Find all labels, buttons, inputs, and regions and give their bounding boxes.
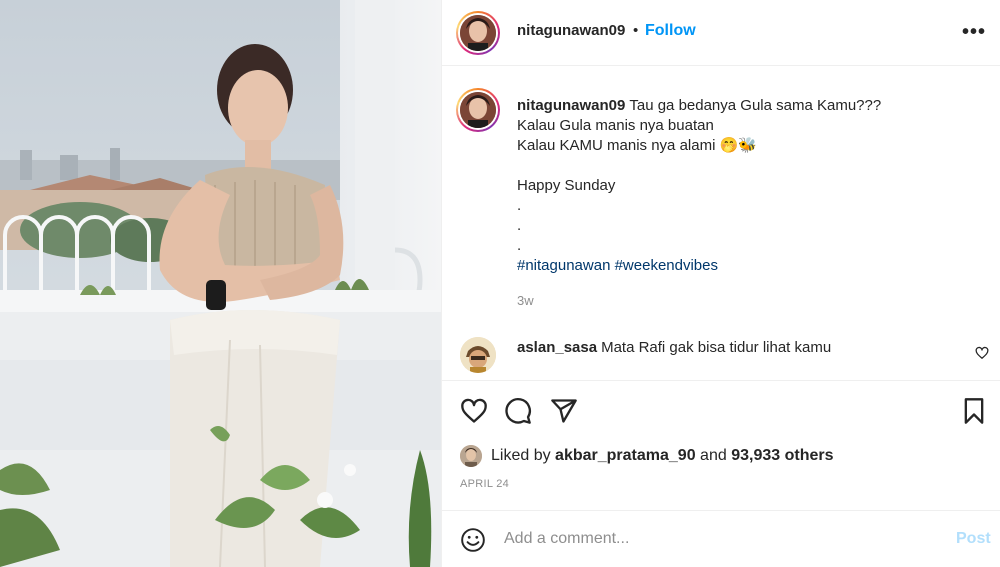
caption-line: Kalau Gula manis nya buatan — [517, 117, 714, 134]
post-date[interactable]: APRIL 24 — [460, 478, 509, 490]
post-comment-button[interactable]: Post — [956, 530, 991, 548]
add-comment-bar: Post — [442, 510, 1000, 567]
caption-first-line: nitagunawan09 Tau ga bedanya Gula sama Ka… — [517, 96, 957, 116]
emoji-smiley-icon[interactable] — [460, 527, 486, 553]
post-header: nitagunawan09 • Follow ••• — [442, 0, 1000, 66]
post-photo[interactable] — [0, 0, 441, 567]
liker-avatar[interactable] — [460, 445, 482, 467]
comment-username[interactable]: aslan_sasa — [517, 339, 597, 356]
likes-prefix: Liked by — [491, 447, 551, 464]
likes-middle: and — [700, 447, 727, 464]
comment-bubble-icon[interactable] — [504, 397, 532, 425]
post-details-panel: nitagunawan09 • Follow ••• nitagunawan09… — [441, 0, 1000, 567]
caption-author-avatar[interactable] — [456, 88, 500, 132]
add-comment-input[interactable] — [504, 525, 924, 553]
caption-username[interactable]: nitagunawan09 — [517, 97, 625, 114]
caption-hashtags[interactable]: #nitagunawan #weekendvibes — [517, 256, 957, 276]
liker-avatar-image — [460, 445, 482, 467]
author-username[interactable]: nitagunawan09 — [517, 22, 625, 39]
post-photo-illustration — [0, 0, 441, 567]
caption-avatar-image — [460, 92, 496, 128]
like-heart-icon[interactable] — [460, 397, 488, 425]
caption-line: . — [517, 237, 522, 254]
commenter-avatar[interactable] — [460, 337, 496, 373]
caption-line: Tau ga bedanya Gula sama Kamu??? — [629, 97, 882, 114]
likes-others-count[interactable]: 93,933 others — [731, 447, 833, 464]
caption-time-ago[interactable]: 3w — [517, 293, 534, 308]
share-send-icon[interactable] — [550, 397, 578, 425]
author-avatar-image — [460, 15, 496, 51]
caption-line: . — [517, 217, 522, 234]
header-separator: • — [633, 22, 639, 39]
save-bookmark-icon[interactable] — [960, 397, 988, 425]
instagram-post-view: nitagunawan09 • Follow ••• nitagunawan09… — [0, 0, 1000, 567]
commenter-avatar-image — [460, 337, 496, 373]
caption-line: Kalau KAMU manis nya alami 🤭🐝 — [517, 137, 757, 154]
post-caption: nitagunawan09 Tau ga bedanya Gula sama Ka… — [517, 96, 957, 276]
likes-summary: Liked by akbar_pratama_90 and 93,933 oth… — [460, 442, 833, 470]
likes-text: Liked by akbar_pratama_90 and 93,933 oth… — [491, 447, 833, 465]
caption-line: . — [517, 197, 522, 214]
caption-line: Happy Sunday — [517, 177, 616, 194]
comment-like-heart-icon[interactable] — [975, 346, 989, 360]
comment-text: Mata Rafi gak bisa tidur lihat kamu — [601, 339, 832, 356]
follow-button[interactable]: Follow — [645, 22, 696, 40]
more-options-icon[interactable]: ••• — [962, 21, 986, 44]
action-bar — [442, 380, 1000, 440]
author-avatar[interactable] — [456, 11, 500, 55]
liker-username[interactable]: akbar_pratama_90 — [555, 447, 696, 464]
comment-item: aslan_sasa Mata Rafi gak bisa tidur lihat… — [517, 339, 831, 356]
